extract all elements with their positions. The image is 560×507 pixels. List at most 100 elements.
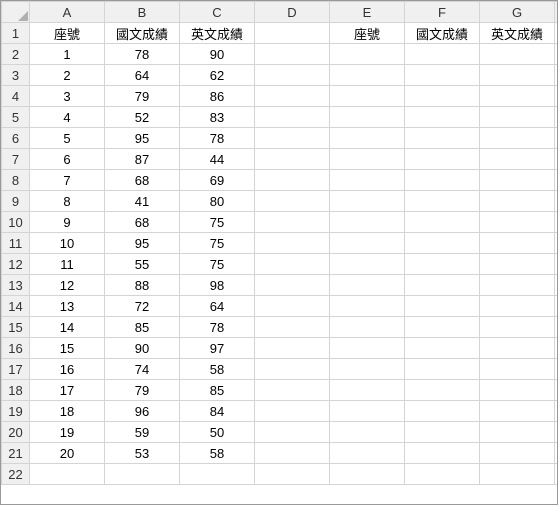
cell-E13[interactable]	[330, 275, 405, 296]
cell-G14[interactable]	[480, 296, 555, 317]
cell-A8[interactable]: 7	[30, 170, 105, 191]
cell-C21[interactable]: 58	[180, 443, 255, 464]
cell-G10[interactable]	[480, 212, 555, 233]
cell-E5[interactable]	[330, 107, 405, 128]
cell-B2[interactable]: 78	[105, 44, 180, 65]
row-header-9[interactable]: 9	[2, 191, 30, 212]
cell-D4[interactable]	[255, 86, 330, 107]
row-header-4[interactable]: 4	[2, 86, 30, 107]
cell-E3[interactable]	[330, 65, 405, 86]
cell-B11[interactable]: 95	[105, 233, 180, 254]
cell-E14[interactable]	[330, 296, 405, 317]
cell-F15[interactable]	[405, 317, 480, 338]
row-header-8[interactable]: 8	[2, 170, 30, 191]
cell-B20[interactable]: 59	[105, 422, 180, 443]
cell-G4[interactable]	[480, 86, 555, 107]
cell-A9[interactable]: 8	[30, 191, 105, 212]
cell-E2[interactable]	[330, 44, 405, 65]
row-header-13[interactable]: 13	[2, 275, 30, 296]
cell-D8[interactable]	[255, 170, 330, 191]
cell-A18[interactable]: 17	[30, 380, 105, 401]
cell-G16[interactable]	[480, 338, 555, 359]
cell-F12[interactable]	[405, 254, 480, 275]
row-header-17[interactable]: 17	[2, 359, 30, 380]
cell-E9[interactable]	[330, 191, 405, 212]
cell-D19[interactable]	[255, 401, 330, 422]
cell-A4[interactable]: 3	[30, 86, 105, 107]
cell-G21[interactable]	[480, 443, 555, 464]
cell-B21[interactable]: 53	[105, 443, 180, 464]
cell-C13[interactable]: 98	[180, 275, 255, 296]
cell-A14[interactable]: 13	[30, 296, 105, 317]
row-header-5[interactable]: 5	[2, 107, 30, 128]
row-header-1[interactable]: 1	[2, 23, 30, 44]
cell-E19[interactable]	[330, 401, 405, 422]
cell-F10[interactable]	[405, 212, 480, 233]
cell-F7[interactable]	[405, 149, 480, 170]
cell-F17[interactable]	[405, 359, 480, 380]
cell-B19[interactable]: 96	[105, 401, 180, 422]
cell-B10[interactable]: 68	[105, 212, 180, 233]
cell-G9[interactable]	[480, 191, 555, 212]
cell-C19[interactable]: 84	[180, 401, 255, 422]
cell-D21[interactable]	[255, 443, 330, 464]
col-header-D[interactable]: D	[255, 2, 330, 23]
cell-F13[interactable]	[405, 275, 480, 296]
cell-D15[interactable]	[255, 317, 330, 338]
cell-F8[interactable]	[405, 170, 480, 191]
col-header-G[interactable]: G	[480, 2, 555, 23]
cell-B7[interactable]: 87	[105, 149, 180, 170]
cell-E1[interactable]: 座號	[330, 23, 405, 44]
cell-B9[interactable]: 41	[105, 191, 180, 212]
cell-C1[interactable]: 英文成績	[180, 23, 255, 44]
cell-A10[interactable]: 9	[30, 212, 105, 233]
cell-D3[interactable]	[255, 65, 330, 86]
cell-D7[interactable]	[255, 149, 330, 170]
row-header-19[interactable]: 19	[2, 401, 30, 422]
cell-C11[interactable]: 75	[180, 233, 255, 254]
cell-C18[interactable]: 85	[180, 380, 255, 401]
cell-C3[interactable]: 62	[180, 65, 255, 86]
cell-F21[interactable]	[405, 443, 480, 464]
cell-D20[interactable]	[255, 422, 330, 443]
cell-C17[interactable]: 58	[180, 359, 255, 380]
cell-E11[interactable]	[330, 233, 405, 254]
cell-A20[interactable]: 19	[30, 422, 105, 443]
cell-F20[interactable]	[405, 422, 480, 443]
cell-B22[interactable]	[105, 464, 180, 485]
cell-C4[interactable]: 86	[180, 86, 255, 107]
cell-A1[interactable]: 座號	[30, 23, 105, 44]
cell-E16[interactable]	[330, 338, 405, 359]
cell-E10[interactable]	[330, 212, 405, 233]
cell-D1[interactable]	[255, 23, 330, 44]
cell-D2[interactable]	[255, 44, 330, 65]
cell-D13[interactable]	[255, 275, 330, 296]
cell-E7[interactable]	[330, 149, 405, 170]
cell-E18[interactable]	[330, 380, 405, 401]
cell-G3[interactable]	[480, 65, 555, 86]
cell-B6[interactable]: 95	[105, 128, 180, 149]
cell-A22[interactable]	[30, 464, 105, 485]
row-header-15[interactable]: 15	[2, 317, 30, 338]
cell-B5[interactable]: 52	[105, 107, 180, 128]
select-all-corner[interactable]	[2, 2, 30, 23]
col-header-E[interactable]: E	[330, 2, 405, 23]
cell-G20[interactable]	[480, 422, 555, 443]
cell-F6[interactable]	[405, 128, 480, 149]
cell-D14[interactable]	[255, 296, 330, 317]
row-header-22[interactable]: 22	[2, 464, 30, 485]
cell-G8[interactable]	[480, 170, 555, 191]
cell-E21[interactable]	[330, 443, 405, 464]
cell-G15[interactable]	[480, 317, 555, 338]
cell-F1[interactable]: 國文成績	[405, 23, 480, 44]
row-header-14[interactable]: 14	[2, 296, 30, 317]
cell-F5[interactable]	[405, 107, 480, 128]
cell-C8[interactable]: 69	[180, 170, 255, 191]
col-header-B[interactable]: B	[105, 2, 180, 23]
cell-B12[interactable]: 55	[105, 254, 180, 275]
row-header-21[interactable]: 21	[2, 443, 30, 464]
row-header-6[interactable]: 6	[2, 128, 30, 149]
cell-C12[interactable]: 75	[180, 254, 255, 275]
cell-A16[interactable]: 15	[30, 338, 105, 359]
cell-A19[interactable]: 18	[30, 401, 105, 422]
